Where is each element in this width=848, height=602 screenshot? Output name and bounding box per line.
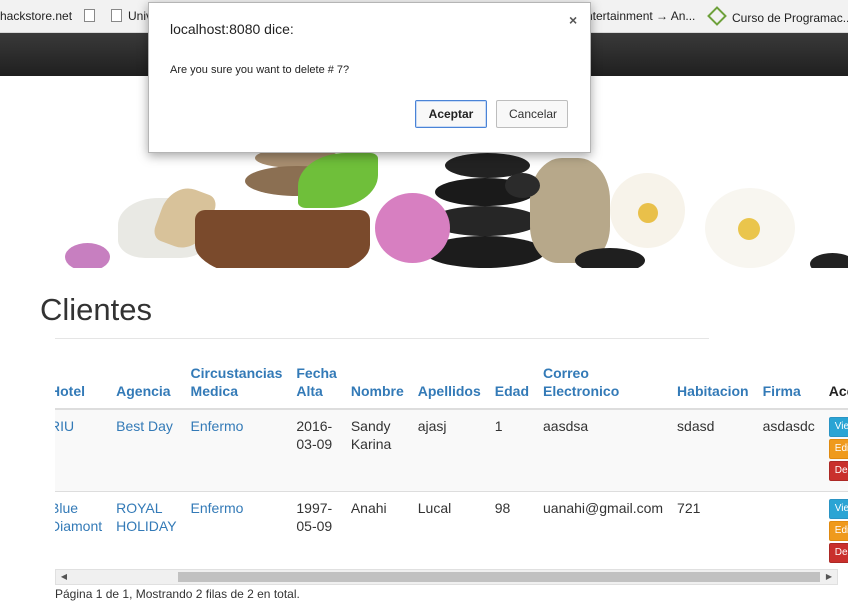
cell-circunstancias[interactable]: Enfermo (183, 408, 290, 492)
cell-apellidos: ajasj (410, 408, 488, 492)
cell-apellidos: Lucal (410, 491, 488, 568)
cell-circunstancias[interactable]: Enfermo (183, 491, 290, 568)
title-divider (55, 338, 709, 339)
cell-nombre: Anahi (343, 491, 411, 568)
header-fecha-alta[interactable]: Fecha Alta (289, 358, 344, 410)
cell-firma (755, 491, 822, 568)
table-row: RIU Best Day Enfermo 2016-03-09 Sandy Ka… (55, 408, 848, 492)
page-title: Clientes (40, 292, 152, 327)
edit-button[interactable]: Edit (828, 439, 848, 459)
accept-button[interactable]: Aceptar (415, 100, 487, 128)
page-icon (84, 9, 95, 22)
page-icon (111, 9, 122, 22)
banner-image (40, 148, 848, 268)
cell-hotel[interactable]: RIU (55, 408, 110, 492)
horizontal-scrollbar[interactable]: ◀ ▶ (55, 569, 838, 585)
header-firma[interactable]: Firma (755, 358, 822, 410)
bookmark-page[interactable] (84, 9, 101, 23)
header-habitacion[interactable]: Habitacion (670, 358, 756, 410)
header-nombre[interactable]: Nombre (343, 358, 411, 410)
bookmark-hackstore[interactable]: hackstore.net (0, 9, 72, 23)
header-correo[interactable]: Correo Electronico (536, 358, 671, 410)
pagination-info: Página 1 de 1, Mostrando 2 filas de 2 en… (55, 587, 300, 601)
clientes-table: Hotel Agencia Circustancias Medica Fecha… (55, 358, 848, 568)
dialog-message: Are you sure you want to delete # 7? (170, 64, 350, 76)
header-acciones: Acciones (821, 358, 848, 410)
cell-habitacion: 721 (670, 491, 756, 568)
scrollbar-thumb[interactable] (178, 572, 820, 582)
view-button[interactable]: View (828, 499, 848, 519)
header-apellidos[interactable]: Apellidos (410, 358, 488, 410)
delete-button[interactable]: Delete (828, 461, 848, 481)
header-hotel[interactable]: Hotel (55, 358, 110, 410)
cancel-button[interactable]: Cancelar (496, 100, 568, 128)
cell-firma: asdasdc (755, 408, 822, 492)
scroll-right-arrow-icon[interactable]: ▶ (821, 570, 837, 584)
bookmark-curso[interactable]: Curso de Programac... (707, 6, 848, 26)
table-header-row: Hotel Agencia Circustancias Medica Fecha… (55, 358, 848, 410)
confirm-dialog: localhost:8080 dice: × Are you sure you … (148, 2, 591, 153)
bookmark-entertainment[interactable]: ntertainment → An... (586, 9, 695, 23)
header-agencia[interactable]: Agencia (109, 358, 184, 410)
edit-button[interactable]: Edit (828, 521, 848, 541)
cell-fecha-alta: 1997-05-09 (289, 491, 344, 568)
dialog-title: localhost:8080 dice: (170, 21, 294, 37)
header-circunstancias[interactable]: Circustancias Medica (183, 358, 290, 410)
scroll-left-arrow-icon[interactable]: ◀ (56, 570, 72, 584)
bookmark-univ[interactable]: Univ (111, 9, 152, 23)
cell-correo: uanahi@gmail.com (536, 491, 671, 568)
table-row: Blue Diamont ROYAL HOLIDAY Enfermo 1997-… (55, 491, 848, 568)
cell-hotel[interactable]: Blue Diamont (55, 491, 110, 568)
close-icon[interactable]: × (569, 12, 577, 28)
cell-correo: aasdsa (536, 408, 671, 492)
cell-habitacion: sdasd (670, 408, 756, 492)
cell-acciones: View Edit Delete (821, 408, 848, 492)
cell-edad: 1 (487, 408, 536, 492)
cell-edad: 98 (487, 491, 536, 568)
header-edad[interactable]: Edad (487, 358, 536, 410)
cell-fecha-alta: 2016-03-09 (289, 408, 344, 492)
diamond-icon (707, 6, 727, 26)
clientes-table-container: Hotel Agencia Circustancias Medica Fecha… (55, 358, 848, 568)
cell-nombre: Sandy Karina (343, 408, 411, 492)
delete-button[interactable]: Delete (828, 543, 848, 563)
cell-agencia[interactable]: Best Day (109, 408, 184, 492)
cell-agencia[interactable]: ROYAL HOLIDAY (109, 491, 184, 568)
cell-acciones: View Edit Delete (821, 491, 848, 568)
view-button[interactable]: View (828, 417, 848, 437)
